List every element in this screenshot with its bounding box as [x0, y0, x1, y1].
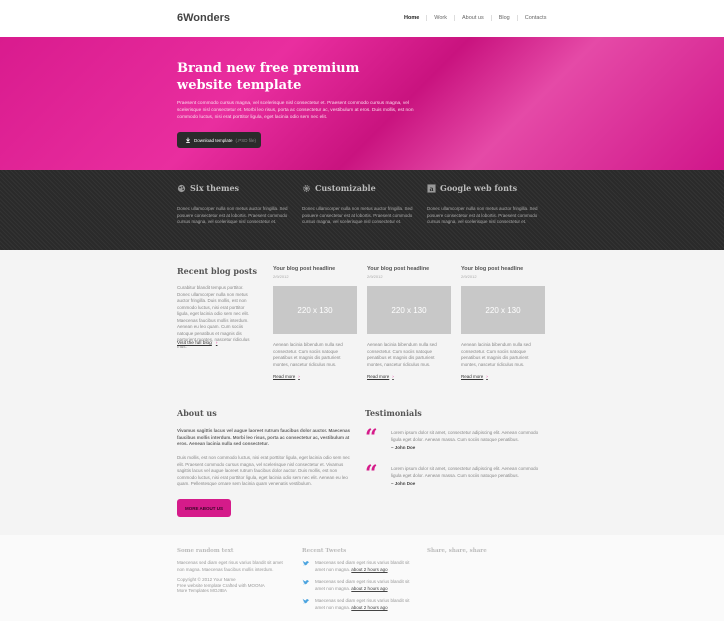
download-icon: [186, 137, 190, 143]
tweet-time-link[interactable]: about 2 hours ago: [351, 586, 387, 591]
tweet-item: Maecenas sed diam eget risus varius blan…: [302, 560, 412, 573]
post-excerpt: Aenean lacinia bibendum nulla sed consec…: [367, 342, 437, 367]
post-image-placeholder: 220 x 130: [367, 286, 451, 334]
top-bar: 6Wonders Home Work About us Blog Contact…: [0, 0, 724, 37]
nav-about-us[interactable]: About us: [454, 15, 491, 21]
tweet-time-link[interactable]: about 2 hours ago: [351, 567, 387, 572]
about-bold-text: Vivamus sagittis lacus vel augue laoreet…: [177, 428, 350, 446]
post-date: 2/9/2012: [367, 274, 383, 279]
footer-random-column: Some random text Maecenas sed diam eget …: [177, 548, 287, 594]
post-date: 2/9/2012: [461, 274, 477, 279]
nav-work[interactable]: Work: [426, 15, 454, 21]
download-button-sub: (.PSD file): [235, 137, 257, 143]
feature-text: Donec ullamcorper nulla non metus auctor…: [177, 206, 288, 224]
nav-contacts[interactable]: Contacts: [516, 15, 554, 21]
tweet-time-link[interactable]: about 2 hours ago: [351, 605, 387, 610]
blog-post-card: Your blog post headline 2/9/2012 220 x 1…: [367, 266, 451, 379]
testimonial-author: – John Doe: [391, 481, 416, 486]
download-template-button[interactable]: Download template (.PSD file): [177, 132, 261, 148]
share-title: Share, share, share: [427, 548, 487, 554]
about-text: Duis mollis, est non commodo luctus, nis…: [177, 455, 350, 486]
read-more-link[interactable]: Read more ›: [273, 374, 357, 379]
hero-banner: Brand new free premium website template …: [0, 37, 724, 170]
twitter-bird-icon: [302, 560, 310, 566]
read-more-label: Read more: [461, 374, 484, 379]
post-image-placeholder: 220 x 130: [273, 286, 357, 334]
arrow-right-icon: ›: [298, 374, 300, 379]
more-about-us-button[interactable]: MORE ABOUT US: [177, 499, 231, 517]
blog-post-card: Your blog post headline 2/9/2012 220 x 1…: [461, 266, 545, 379]
recent-blog-title: Recent blog posts: [177, 266, 257, 276]
footer-more-templates: More Templates MOJIBA: [177, 588, 227, 593]
footer-share-column: Share, share, share: [427, 548, 487, 554]
post-image-placeholder: 220 x 130: [461, 286, 545, 334]
nav-blog[interactable]: Blog: [490, 15, 517, 21]
visit-blog-label: Visit the full blog: [177, 341, 212, 346]
about-us-title: About us: [177, 408, 217, 418]
testimonial-item: Lorem ipsum dolor sit amet, consectetur …: [391, 466, 541, 486]
post-excerpt: Aenean lacinia bibendum nulla sed consec…: [273, 342, 343, 367]
feature-customizable: Customizable Donec ullamcorper nulla non…: [302, 183, 420, 226]
footer-random-text: Maecenas sed diam eget risus varius blan…: [177, 560, 283, 572]
feature-title: Customizable: [315, 183, 376, 193]
nav-home[interactable]: Home: [404, 15, 426, 21]
feature-six-themes: Six themes Donec ullamcorper nulla non m…: [177, 183, 295, 226]
read-more-label: Read more: [367, 374, 390, 379]
testimonial-text: Lorem ipsum dolor sit amet, consectetur …: [391, 430, 539, 442]
palette-icon: [177, 184, 186, 192]
download-button-label: Download template: [194, 137, 233, 143]
footer: Some random text Maecenas sed diam eget …: [0, 535, 724, 621]
font-icon: a: [427, 183, 436, 193]
testimonial-item: Lorem ipsum dolor sit amet, consectetur …: [391, 430, 541, 450]
svg-text:a: a: [429, 186, 433, 193]
read-more-link[interactable]: Read more ›: [461, 374, 545, 379]
arrow-right-icon: ›: [215, 341, 218, 346]
read-more-link[interactable]: Read more ›: [367, 374, 451, 379]
feature-title: Six themes: [190, 183, 240, 193]
site-logo[interactable]: 6Wonders: [177, 12, 230, 24]
arrow-right-icon: ›: [486, 374, 488, 379]
post-excerpt: Aenean lacinia bibendum nulla sed consec…: [461, 342, 531, 367]
testimonial-text: Lorem ipsum dolor sit amet, consectetur …: [391, 466, 539, 478]
visit-blog-link[interactable]: Visit the full blog ›: [177, 341, 217, 346]
features-strip: Six themes Donec ullamcorper nulla non m…: [0, 170, 724, 250]
twitter-bird-icon: [302, 598, 310, 604]
hero-title: Brand new free premium website template: [177, 61, 360, 93]
feature-google-web-fonts: a Google web fonts Donec ullamcorper nul…: [427, 183, 545, 226]
testimonials-title: Testimonials: [365, 408, 422, 418]
blog-post-card: Your blog post headline 2/9/2012 220 x 1…: [273, 266, 357, 379]
gear-icon: [303, 184, 310, 192]
quote-icon: “: [365, 425, 378, 451]
footer-random-title: Some random text: [177, 548, 234, 554]
quote-icon: “: [365, 461, 378, 487]
recent-tweets-title: Recent Tweets: [302, 548, 347, 554]
feature-title: Google web fonts: [440, 183, 518, 193]
tweet-item: Maecenas sed diam eget risus varius blan…: [302, 598, 412, 611]
read-more-label: Read more: [273, 374, 296, 379]
hero-text: Praesent commodo cursus magna, vel scele…: [177, 101, 414, 120]
post-title[interactable]: Your blog post headline: [367, 266, 451, 272]
post-date: 2/9/2012: [273, 274, 289, 279]
twitter-bird-icon: [302, 579, 310, 585]
tweet-item: Maecenas sed diam eget risus varius blan…: [302, 579, 412, 592]
arrow-right-icon: ›: [392, 374, 394, 379]
post-title[interactable]: Your blog post headline: [273, 266, 357, 272]
post-title[interactable]: Your blog post headline: [461, 266, 545, 272]
footer-tweets-column: Recent Tweets Maecenas sed diam eget ris…: [302, 548, 412, 611]
main-nav: Home Work About us Blog Contacts: [404, 15, 553, 21]
testimonial-author: – John Doe: [391, 445, 416, 450]
feature-text: Donec ullamcorper nulla non metus auctor…: [302, 206, 413, 224]
feature-text: Donec ullamcorper nulla non metus auctor…: [427, 206, 538, 224]
